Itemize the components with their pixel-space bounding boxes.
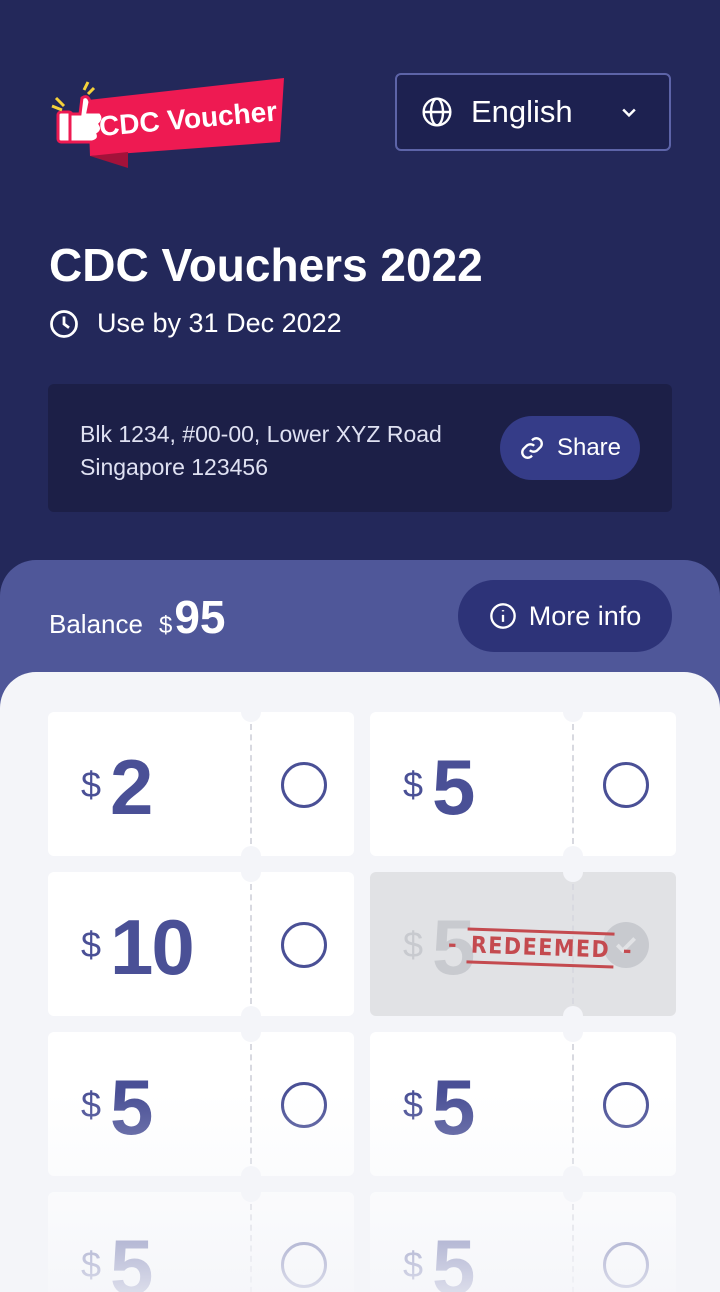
use-by-text: Use by 31 Dec 2022 xyxy=(97,308,342,338)
language-selector[interactable]: English xyxy=(395,73,671,151)
address-text: Blk 1234, #00-00, Lower XYZ Road Singapo… xyxy=(80,421,442,480)
voucher-currency: $ xyxy=(403,1084,424,1125)
voucher-currency: $ xyxy=(81,764,102,805)
voucher-list: $ 2 $ 5 $ 10 $ 5 - REDEEMED - $ 5 $ 5 $ 5… xyxy=(0,672,720,1292)
link-icon xyxy=(521,437,543,459)
voucher[interactable]: $ 2 xyxy=(48,702,354,866)
voucher[interactable]: $ 5 xyxy=(370,1182,676,1292)
perforation-divider xyxy=(572,724,574,844)
ticket-notch xyxy=(563,862,583,882)
voucher-value: 5 xyxy=(432,743,475,831)
ticket-notch xyxy=(563,1182,583,1202)
voucher[interactable]: $ 10 xyxy=(48,862,354,1026)
select-radio[interactable] xyxy=(281,1082,327,1128)
voucher-value: 10 xyxy=(110,903,195,991)
more-info-label: More info xyxy=(528,600,642,631)
share-button[interactable]: Share xyxy=(500,416,640,480)
voucher[interactable]: $ 5 xyxy=(48,1182,354,1292)
voucher-value: 5 xyxy=(432,1063,475,1151)
voucher-currency: $ xyxy=(81,1084,102,1125)
cdc-voucher-logo: CDC Voucher xyxy=(51,78,284,168)
voucher-redeemed: $ 5 - REDEEMED - xyxy=(370,862,676,1026)
share-label: Share xyxy=(556,434,622,461)
voucher-currency: $ xyxy=(403,764,424,805)
ticket-notch xyxy=(563,702,583,722)
voucher[interactable]: $ 5 xyxy=(370,1022,676,1186)
ticket-notch xyxy=(241,1182,261,1202)
perforation-divider xyxy=(572,1044,574,1164)
select-radio[interactable] xyxy=(281,922,327,968)
language-label: English xyxy=(471,94,573,129)
voucher[interactable]: $ 5 xyxy=(370,702,676,866)
perforation-divider xyxy=(250,1044,252,1164)
info-icon xyxy=(489,603,516,629)
voucher-value: 5 xyxy=(432,1223,475,1292)
clock-icon xyxy=(50,309,78,338)
page-title: CDC Vouchers 2022 xyxy=(49,239,483,291)
perforation-divider xyxy=(572,1204,574,1292)
voucher-value: 5 xyxy=(110,1223,153,1292)
perforation-divider xyxy=(250,884,252,1004)
balance-amount: 95 xyxy=(174,591,226,643)
use-by: Use by 31 Dec 2022 xyxy=(49,308,342,339)
perforation-divider xyxy=(250,724,252,844)
address-card: Blk 1234, #00-00, Lower XYZ Road Singapo… xyxy=(48,384,672,512)
select-radio[interactable] xyxy=(603,1082,649,1128)
select-radio[interactable] xyxy=(281,1242,327,1288)
ticket-notch xyxy=(241,1022,261,1042)
voucher-value: 5 xyxy=(110,1063,153,1151)
balance-label: Balance xyxy=(49,609,143,639)
select-radio[interactable] xyxy=(603,762,649,808)
balance: Balance $ 95 xyxy=(49,590,226,644)
voucher[interactable]: $ 5 xyxy=(48,1022,354,1186)
select-radio[interactable] xyxy=(281,762,327,808)
voucher-currency: $ xyxy=(81,924,102,965)
voucher-value: 2 xyxy=(110,743,153,831)
select-radio[interactable] xyxy=(603,1242,649,1288)
chevron-down-icon xyxy=(622,108,636,118)
more-info-button[interactable]: More info xyxy=(458,580,672,652)
globe-icon xyxy=(422,97,452,127)
ticket-notch xyxy=(241,702,261,722)
ticket-notch xyxy=(563,1022,583,1042)
voucher-currency: $ xyxy=(403,924,424,965)
balance-currency: $ xyxy=(158,612,173,639)
perforation-divider xyxy=(250,1204,252,1292)
ticket-notch xyxy=(241,862,261,882)
redeemed-stamp: - REDEEMED - xyxy=(447,927,633,969)
